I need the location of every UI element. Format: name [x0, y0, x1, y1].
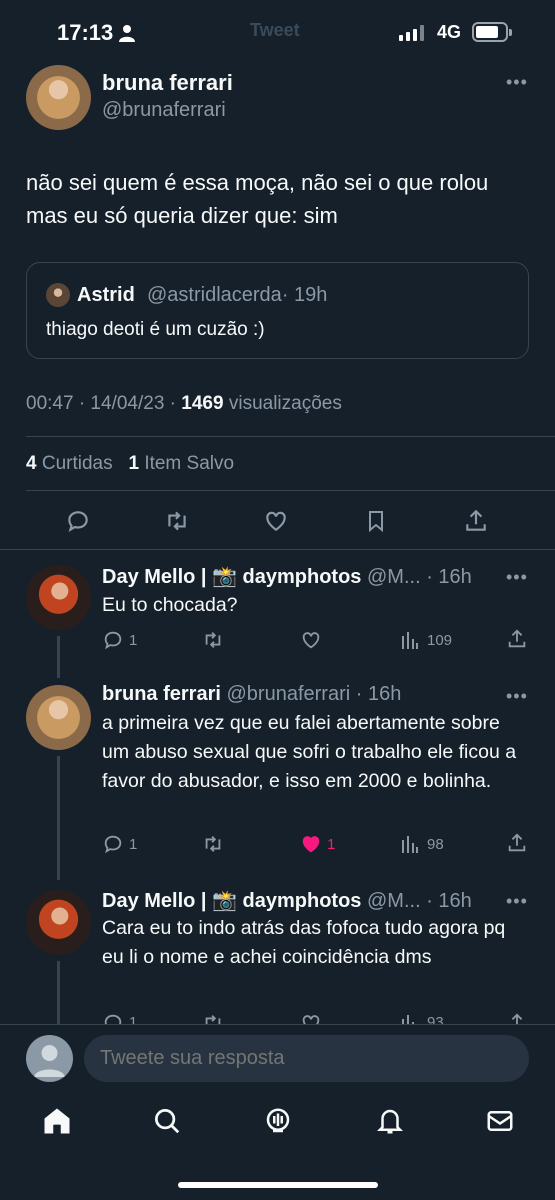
author-handle[interactable]: @brunaferrari [102, 99, 226, 122]
reply-icon[interactable] [102, 833, 124, 855]
reply-actions-clipped: 1 93 [0, 1012, 555, 1024]
tweet-text: não sei quem é essa moça, não sei o que … [26, 170, 489, 228]
like-icon[interactable] [263, 508, 289, 534]
views-count: 93 [427, 1014, 444, 1024]
reply-text: Cara eu to indo atrás das fofoca tudo ag… [102, 917, 506, 968]
author-name[interactable]: bruna ferrari [102, 70, 233, 96]
thread-line [57, 756, 60, 880]
background-title: Tweet [250, 20, 300, 40]
default-avatar-icon [34, 1045, 65, 1077]
like-icon[interactable] [300, 629, 322, 651]
notifications-icon[interactable] [375, 1106, 405, 1136]
spaces-icon[interactable] [263, 1106, 293, 1136]
status-time: 17:13 [57, 20, 114, 45]
avatar[interactable] [26, 565, 91, 630]
quote-text: thiago deoti é um cuzão :) [46, 319, 265, 340]
reply-text: a primeira vez que eu falei abertamente … [102, 712, 517, 792]
quoted-tweet[interactable]: Astrid @astridlacerda· 19h thiago deoti … [26, 262, 529, 359]
home-indicator [178, 1182, 378, 1188]
tweet-meta: 00:47 · 14/04/23 · 1469 visualizações [26, 393, 342, 415]
network-type: 4G [437, 22, 462, 42]
signal-icon [399, 25, 424, 41]
more-options-icon[interactable]: ••• [506, 686, 528, 707]
reply-icon[interactable] [65, 508, 91, 534]
divider [26, 490, 555, 491]
views-label: visualizações [228, 393, 342, 414]
reply-count: 1 [129, 1014, 138, 1024]
retweet-icon[interactable] [201, 833, 225, 855]
reply-count: 1 [129, 836, 138, 853]
share-icon[interactable] [506, 628, 528, 650]
quote-author-name: Astrid [77, 284, 135, 306]
views-icon[interactable] [400, 1013, 420, 1024]
more-options-icon[interactable]: ••• [506, 891, 528, 912]
share-icon[interactable] [463, 508, 489, 534]
share-icon[interactable] [506, 832, 528, 854]
like-icon[interactable] [300, 1012, 322, 1024]
share-icon[interactable] [506, 1012, 528, 1024]
avatar[interactable] [26, 65, 91, 130]
engagement-counts: 4 Curtidas 1 Item Salvo [26, 453, 234, 475]
bookmark-icon[interactable] [364, 508, 388, 534]
user-avatar[interactable] [26, 1035, 73, 1082]
views-icon[interactable] [400, 630, 420, 650]
retweet-icon[interactable] [201, 629, 225, 651]
divider [26, 436, 555, 437]
messages-icon[interactable] [485, 1106, 515, 1136]
reply-icon[interactable] [102, 1012, 124, 1024]
reply-author[interactable]: bruna ferrari @brunaferrari · 16h [102, 683, 401, 706]
avatar[interactable] [26, 685, 91, 750]
home-icon[interactable] [42, 1106, 72, 1136]
quote-avatar [46, 283, 70, 307]
quote-author-handle: @astridlacerda· 19h [147, 284, 328, 306]
search-icon[interactable] [152, 1106, 182, 1136]
reply-icon[interactable] [102, 629, 124, 651]
divider [0, 549, 555, 550]
divider [0, 1024, 555, 1025]
views-count: 1469 [181, 393, 224, 414]
views-count: 109 [427, 632, 453, 649]
reply-author[interactable]: Day Mello | 📸 daymphotos @M... · 16h [102, 564, 472, 589]
battery-icon [472, 22, 512, 42]
more-options-icon[interactable]: ••• [506, 72, 528, 93]
views-count: 98 [427, 836, 444, 853]
reply-input[interactable] [84, 1035, 529, 1082]
retweet-icon[interactable] [201, 1012, 225, 1024]
liked-heart-icon[interactable] [300, 833, 322, 855]
reply-author[interactable]: Day Mello | 📸 daymphotos @M... · 16h [102, 888, 472, 913]
avatar[interactable] [26, 890, 91, 955]
tweet-timestamp: 00:47 · 14/04/23 · [26, 393, 176, 414]
reply-count: 1 [129, 632, 138, 649]
status-bar: Tweet 17:13 4G [0, 0, 555, 66]
reply-text: Eu to chocada? [102, 594, 238, 616]
views-icon[interactable] [400, 834, 420, 854]
like-count: 1 [327, 836, 336, 853]
thread-line [57, 636, 60, 678]
retweets-stat[interactable]: 4 Curtidas [26, 453, 113, 474]
more-options-icon[interactable]: ••• [506, 567, 528, 588]
retweet-icon[interactable] [163, 508, 191, 534]
saved-stat[interactable]: 1 Item Salvo [128, 453, 234, 474]
person-icon [119, 25, 135, 42]
